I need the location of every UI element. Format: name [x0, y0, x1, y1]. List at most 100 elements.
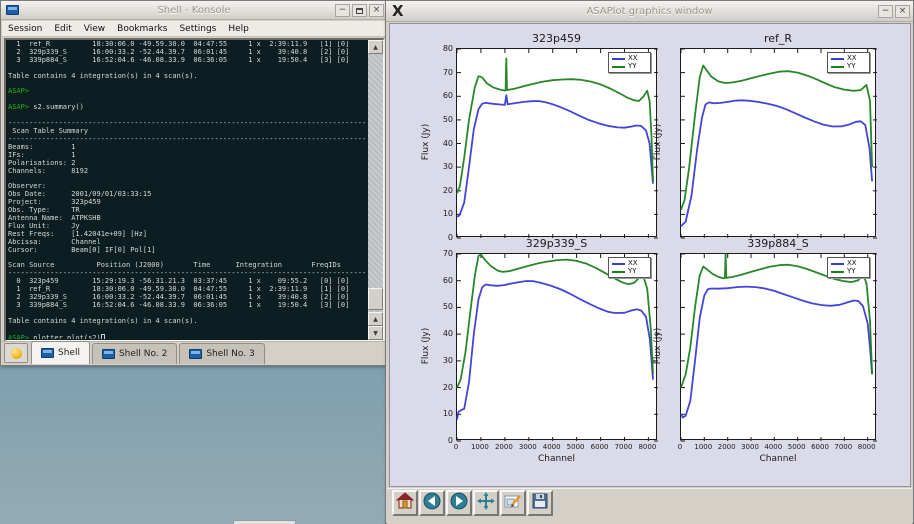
asap-prompt: ASAP>: [8, 87, 29, 95]
y-tick-label: 50: [435, 115, 453, 124]
terminal-tab-icon: [102, 349, 115, 359]
x-tick-label: 4000: [760, 443, 786, 451]
terminal-tab-icon: [189, 349, 202, 359]
forward-button[interactable]: [446, 490, 472, 516]
y-tick-label: 10: [435, 409, 453, 418]
x-tick-label: 8000: [634, 443, 660, 451]
x-axis-label: Channel: [680, 454, 876, 464]
legend-line-icon: [612, 271, 625, 273]
tab-shell-no-3[interactable]: Shell No. 3: [179, 343, 264, 364]
plot-title: ref_R: [680, 32, 876, 45]
menu-item-help[interactable]: Help: [222, 24, 255, 34]
subplots-button[interactable]: [500, 490, 526, 516]
save-button[interactable]: [527, 490, 553, 516]
scroll-up-icon[interactable]: ▲: [368, 40, 383, 54]
legend-entry: XX: [612, 55, 647, 62]
x-tick-label: 6000: [587, 443, 613, 451]
plot-area: [457, 49, 658, 238]
legend-entry: YY: [612, 63, 647, 70]
plot-toolbar: [387, 488, 912, 516]
minimize-button[interactable]: −: [878, 5, 893, 18]
tab-label: Shell: [58, 348, 80, 358]
subplot-ref-r: [680, 48, 876, 237]
menu-item-session[interactable]: Session: [2, 24, 48, 34]
desktop-background: Shell - Konsole − × SessionEditViewBookm…: [0, 0, 914, 524]
maximize-icon: [356, 8, 363, 14]
x-tick-label: 3000: [515, 443, 541, 451]
legend-entry: YY: [831, 63, 866, 70]
legend-label: YY: [628, 63, 637, 70]
y-tick-label: 20: [435, 186, 453, 195]
terminal-output[interactable]: 1 ref_R 18:30:06.0 -49.59.30.0 04:47:55 …: [8, 41, 366, 339]
y-axis-label: Flux (Jy): [653, 119, 663, 165]
x-tick-label: 7000: [611, 443, 637, 451]
x11-icon: X: [392, 2, 404, 20]
close-button[interactable]: ×: [369, 4, 384, 17]
menu-item-bookmarks[interactable]: Bookmarks: [111, 24, 173, 34]
new-session-icon: [11, 348, 22, 359]
home-button[interactable]: [392, 490, 418, 516]
legend-label: YY: [628, 268, 637, 275]
plot-title: 339p884_S: [680, 237, 876, 250]
x-tick-label: 0: [667, 443, 693, 451]
new-session-button[interactable]: [4, 343, 28, 363]
x-tick-label: 0: [443, 443, 469, 451]
series-XX: [681, 287, 872, 418]
back-button[interactable]: [419, 490, 445, 516]
terminal-tab-icon: [41, 348, 54, 358]
back-icon: [423, 492, 441, 514]
legend-line-icon: [831, 263, 844, 265]
asaplot-window-title: ASAPlot graphics window: [386, 1, 913, 22]
forward-icon: [450, 492, 468, 514]
x-tick-label: 7000: [830, 443, 856, 451]
y-tick-label: 80: [435, 44, 453, 53]
maximize-button[interactable]: [352, 4, 367, 17]
figure-canvas[interactable]: 323p45901020304050607080Flux (Jy)Channel…: [389, 23, 911, 487]
subplot-339p884-s: [680, 253, 876, 440]
y-tick-label: 70: [435, 249, 453, 258]
series-XX: [681, 100, 872, 226]
x-tick-label: 8000: [854, 443, 880, 451]
terminal-scrollbar[interactable]: ▲ ▲ ▼: [368, 40, 383, 340]
y-tick-label: 30: [435, 356, 453, 365]
legend-label: XX: [628, 260, 638, 267]
close-button[interactable]: ×: [895, 5, 910, 18]
plot-area: [457, 254, 658, 441]
legend-label: YY: [847, 268, 856, 275]
y-tick-label: 20: [435, 383, 453, 392]
terminal-line: ASAP>: [8, 88, 366, 96]
y-axis-label: Flux (Jy): [421, 119, 431, 165]
pan-button[interactable]: [473, 490, 499, 516]
menu-item-settings[interactable]: Settings: [173, 24, 222, 34]
y-axis-label: Flux (Jy): [653, 323, 663, 369]
y-tick-label: 40: [435, 329, 453, 338]
tab-label: Shell No. 3: [206, 349, 254, 359]
konsole-titlebar[interactable]: Shell - Konsole − ×: [1, 1, 387, 20]
x-tick-label: 6000: [807, 443, 833, 451]
terminal-line: Channels: 8192: [8, 168, 366, 176]
scroll-down-icon[interactable]: ▼: [368, 326, 383, 340]
minimize-button[interactable]: −: [335, 4, 350, 17]
tab-shell[interactable]: Shell: [31, 341, 90, 364]
series-YY: [457, 59, 653, 194]
asaplot-titlebar[interactable]: ASAPlot graphics window X − ×: [386, 1, 913, 22]
menu-item-view[interactable]: View: [78, 24, 111, 34]
terminal-line: Table contains 4 integration(s) in 4 sca…: [8, 318, 366, 326]
scroll-up2-icon[interactable]: ▲: [368, 312, 383, 326]
y-tick-label: 10: [435, 209, 453, 218]
terminal-line: ASAP> s2.summary(): [8, 104, 366, 112]
plot-title: 323p459: [456, 32, 657, 45]
series-XX: [457, 95, 653, 217]
plot-area: [681, 254, 877, 441]
legend-entry: XX: [831, 260, 866, 267]
x-tick-label: 2000: [714, 443, 740, 451]
plot-area: [681, 49, 877, 238]
terminal-line: Cursor: Beam[0] IF[0] Pol[1]: [8, 247, 366, 255]
scrollbar-thumb[interactable]: [368, 288, 383, 310]
tab-label: Shell No. 2: [119, 349, 167, 359]
y-tick-label: 70: [435, 68, 453, 77]
konsole-window-icon: [6, 5, 19, 15]
terminal-line: [8, 326, 366, 334]
tab-shell-no-2[interactable]: Shell No. 2: [92, 343, 177, 364]
menu-item-edit[interactable]: Edit: [48, 24, 77, 34]
